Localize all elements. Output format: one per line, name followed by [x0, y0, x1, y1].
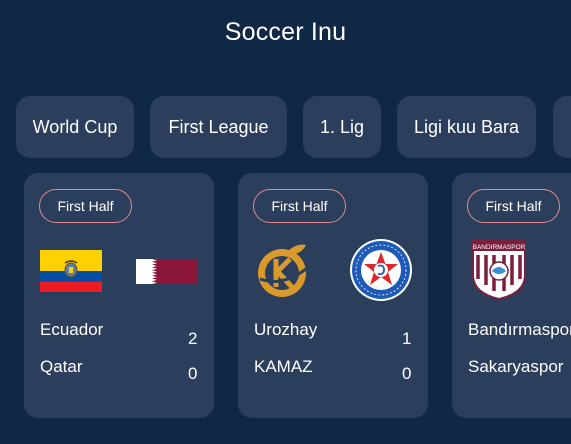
home-team-score: 2	[188, 329, 198, 348]
home-team-score: 1	[402, 329, 412, 348]
status-badge: First Half	[467, 189, 560, 223]
league-tabs: World Cup First League 1. Lig Ligi kuu B…	[0, 96, 571, 158]
tab-partial[interactable]	[553, 96, 571, 158]
away-team-name: Sakaryaspor	[468, 357, 564, 376]
away-team-name: KAMAZ	[254, 357, 313, 376]
tab-ligi-kuu-bara[interactable]: Ligi kuu Bara	[397, 96, 536, 158]
page-title: Soccer Inu	[224, 18, 347, 46]
tab-world-cup[interactable]: World Cup	[16, 96, 134, 158]
crest-text: BANDIRMASPOR	[473, 244, 526, 251]
tab-1-lig[interactable]: 1. Lig	[303, 96, 381, 158]
away-team-score: 0	[188, 364, 198, 383]
match-card[interactable]: First Half BANDIRMASPOR Bandırmaspor Sak…	[452, 173, 571, 418]
kamaz-crest-icon	[350, 239, 412, 301]
status-badge: First Half	[39, 189, 132, 223]
qatar-flag-icon	[136, 259, 198, 284]
urozhay-crest-icon	[258, 244, 307, 297]
ecuador-flag-icon	[40, 250, 102, 292]
match-card[interactable]: First Half Urozhay 1 KAMAZ 0	[238, 173, 428, 418]
match-card[interactable]: First Half Ecuador 2 Qatar 0	[24, 173, 214, 418]
home-team-name: Urozhay	[254, 320, 318, 339]
tab-first-league[interactable]: First League	[150, 96, 287, 158]
away-team-score: 0	[402, 364, 412, 383]
bandirmaspor-crest-icon: BANDIRMASPOR	[472, 240, 526, 301]
status-badge: First Half	[253, 189, 346, 223]
away-team-name: Qatar	[40, 357, 83, 376]
home-team-name: Bandırmaspor	[468, 320, 571, 339]
home-team-name: Ecuador	[40, 320, 104, 339]
match-list: First Half Ecuador 2 Qatar 0 First Half	[0, 173, 571, 420]
